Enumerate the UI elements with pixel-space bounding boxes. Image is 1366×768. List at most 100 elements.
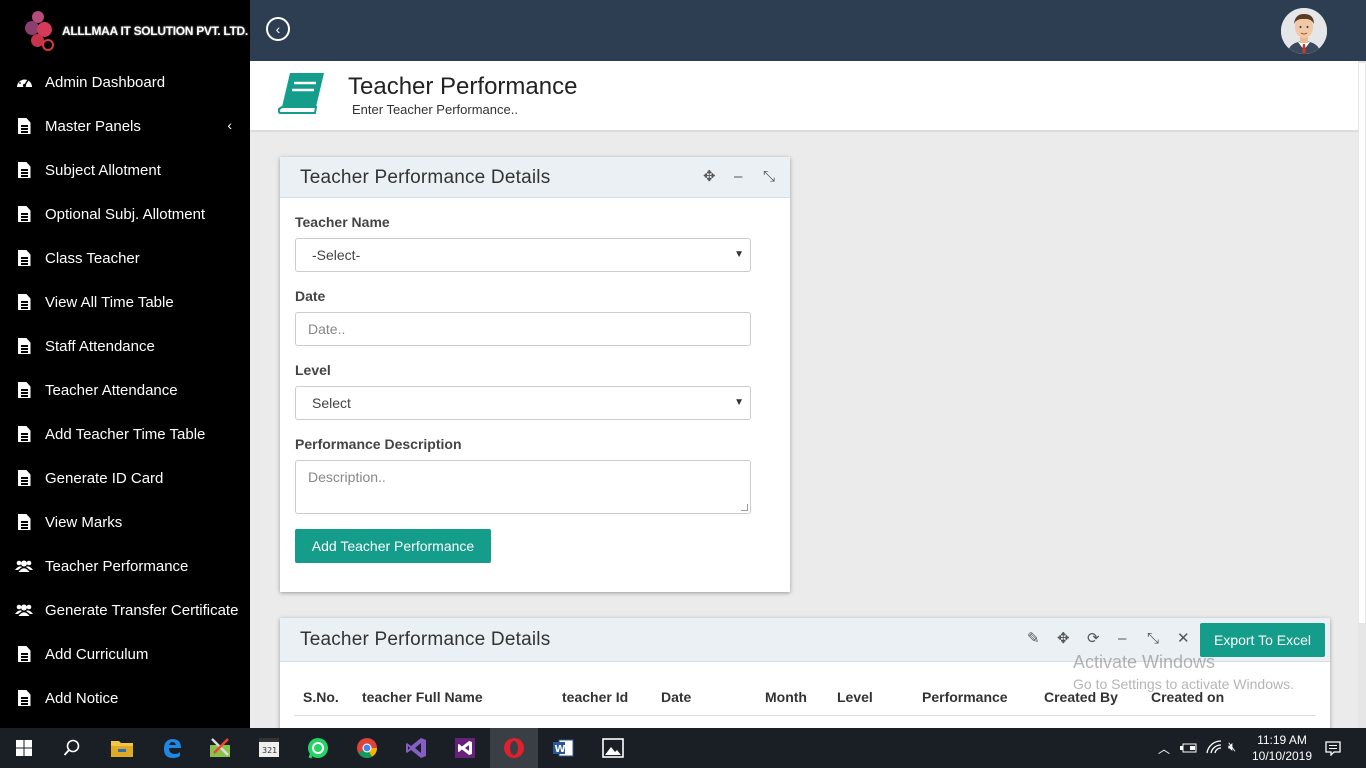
volume-muted-icon[interactable]: 🔇︎ [1228, 739, 1236, 755]
scrollbar[interactable] [1358, 61, 1366, 728]
level-value: Select [312, 395, 351, 411]
refresh-icon[interactable]: ⟳ [1087, 630, 1100, 648]
fullscreen-icon[interactable]: ⤡ [763, 168, 775, 186]
users-icon [15, 557, 33, 575]
close-icon[interactable]: ✕ [1177, 630, 1190, 648]
sidebar-item-generate-transfer-certificate[interactable]: Generate Transfer Certificate [0, 588, 250, 632]
performance-form-panel: Teacher Performance Details ✥ – ⤡ Teache… [280, 157, 790, 592]
sidebar-item-label: Master Panels [45, 117, 141, 135]
date-input[interactable]: Date.. [295, 312, 751, 346]
book-icon [277, 71, 328, 122]
clock[interactable]: 11:19 AM 10/10/2019 [1250, 732, 1314, 764]
notifications-icon[interactable] [1325, 740, 1341, 761]
column-header[interactable]: Level [837, 689, 873, 705]
page-header: Teacher Performance Enter Teacher Perfor… [250, 61, 1358, 132]
visual-studio-preview-icon[interactable] [441, 728, 489, 768]
sidebar-item-add-notice[interactable]: Add Notice [0, 676, 250, 720]
sidebar-item-admin-dashboard[interactable]: Admin Dashboard [0, 60, 250, 104]
sidebar-item-label: Generate Transfer Certificate [45, 601, 239, 619]
sidebar-item-label: Add Notice [45, 689, 119, 707]
sidebar-item-label: Class Teacher [45, 249, 140, 267]
word-icon[interactable]: W [539, 728, 587, 768]
battery-icon[interactable] [1180, 741, 1198, 759]
description-textarea[interactable]: Description.. [295, 460, 751, 514]
back-arrow-icon[interactable]: ‹ [266, 17, 290, 41]
description-label: Performance Description [295, 436, 462, 452]
level-label: Level [295, 362, 331, 378]
edit-icon[interactable]: ✎ [1027, 630, 1040, 648]
sidebar-item-subject-allotment[interactable]: Subject Allotment [0, 148, 250, 192]
clock-time: 11:19 AM [1257, 733, 1307, 747]
file-icon [15, 205, 33, 223]
column-header[interactable]: teacher Full Name [362, 689, 483, 705]
watermark-subtitle: Go to Settings to activate Windows. [1073, 676, 1294, 692]
file-icon [15, 249, 33, 267]
sidebar-item-teacher-attendance[interactable]: Teacher Attendance [0, 368, 250, 412]
divider [294, 715, 1316, 716]
users-icon [15, 601, 33, 619]
avatar[interactable] [1281, 8, 1327, 54]
move-icon[interactable]: ✥ [1057, 630, 1070, 648]
file-icon [15, 513, 33, 531]
file-icon [15, 689, 33, 707]
sidebar-item-generate-id-card[interactable]: Generate ID Card [0, 456, 250, 500]
svg-text:W: W [555, 744, 566, 755]
teacher-name-label: Teacher Name [295, 214, 390, 230]
column-header[interactable]: teacher Id [562, 689, 628, 705]
start-icon[interactable] [0, 728, 48, 768]
sidebar-item-label: View Marks [45, 513, 123, 531]
video-editor-icon[interactable]: 321 [245, 728, 293, 768]
resize-handle-icon[interactable] [741, 504, 748, 511]
file-icon [15, 293, 33, 311]
opera-icon[interactable] [490, 728, 538, 768]
scrollbar-thumb[interactable] [1359, 63, 1365, 623]
page-title: Teacher Performance [348, 73, 578, 100]
file-icon [15, 425, 33, 443]
sidebar-item-master-panels[interactable]: Master Panels ‹ [0, 104, 250, 148]
minimize-icon[interactable]: – [1118, 630, 1126, 648]
sidebar-item-add-curriculum[interactable]: Add Curriculum [0, 632, 250, 676]
column-header[interactable]: Performance [922, 689, 1008, 705]
sidebar-item-label: Teacher Performance [45, 557, 189, 575]
chevron-up-icon[interactable]: ︿ [1158, 740, 1170, 757]
top-bar: ‹ [250, 0, 1366, 61]
chrome-icon[interactable] [343, 728, 391, 768]
clock-date: 10/10/2019 [1251, 749, 1313, 763]
fullscreen-icon[interactable]: ⤡ [1147, 630, 1159, 648]
minimize-icon[interactable]: – [734, 168, 742, 186]
sidebar-item-teacher-performance[interactable]: Teacher Performance [0, 544, 250, 588]
sidebar-item-class-teacher[interactable]: Class Teacher [0, 236, 250, 280]
sidebar-item-add-teacher-time-table[interactable]: Add Teacher Time Table [0, 412, 250, 456]
edge-icon[interactable] [148, 728, 196, 768]
sidebar-item-view-marks[interactable]: View Marks [0, 500, 250, 544]
wifi-icon[interactable] [1206, 740, 1222, 759]
sidebar-item-optional-subj-allotment[interactable]: Optional Subj. Allotment [0, 192, 250, 236]
description-placeholder: Description.. [308, 469, 386, 485]
brand-logo-icon [22, 9, 58, 53]
column-header[interactable]: Date [661, 689, 691, 705]
column-header[interactable]: Month [765, 689, 807, 705]
chevron-left-icon: ‹ [227, 117, 232, 133]
sidebar-item-view-all-time-table[interactable]: View All Time Table [0, 280, 250, 324]
date-placeholder: Date.. [308, 321, 346, 337]
search-icon[interactable] [48, 728, 96, 768]
file-icon [15, 381, 33, 399]
column-header[interactable]: S.No. [303, 689, 339, 705]
move-icon[interactable]: ✥ [703, 168, 716, 186]
photos-icon[interactable] [589, 728, 637, 768]
sidebar-item-staff-attendance[interactable]: Staff Attendance [0, 324, 250, 368]
sidebar-item-label: Staff Attendance [45, 337, 155, 355]
file-explorer-icon[interactable] [98, 728, 146, 768]
add-teacher-performance-button[interactable]: Add Teacher Performance [295, 529, 491, 563]
teacher-name-select[interactable]: -Select- ▼ [295, 238, 751, 272]
panel-title: Teacher Performance Details [300, 629, 551, 650]
sidebar-item-label: Add Curriculum [45, 645, 149, 663]
sidebar: ALLLMAA IT SOLUTION PVT. LTD. Admin Dash… [0, 0, 250, 728]
brand-name: ALLLMAA IT SOLUTION PVT. LTD. [62, 23, 248, 38]
whatsapp-icon[interactable] [294, 728, 342, 768]
brand[interactable]: ALLLMAA IT SOLUTION PVT. LTD. [0, 0, 250, 61]
tools-icon[interactable] [196, 728, 244, 768]
visual-studio-icon[interactable] [392, 728, 440, 768]
level-select[interactable]: Select ▼ [295, 386, 751, 420]
file-icon [15, 117, 33, 135]
